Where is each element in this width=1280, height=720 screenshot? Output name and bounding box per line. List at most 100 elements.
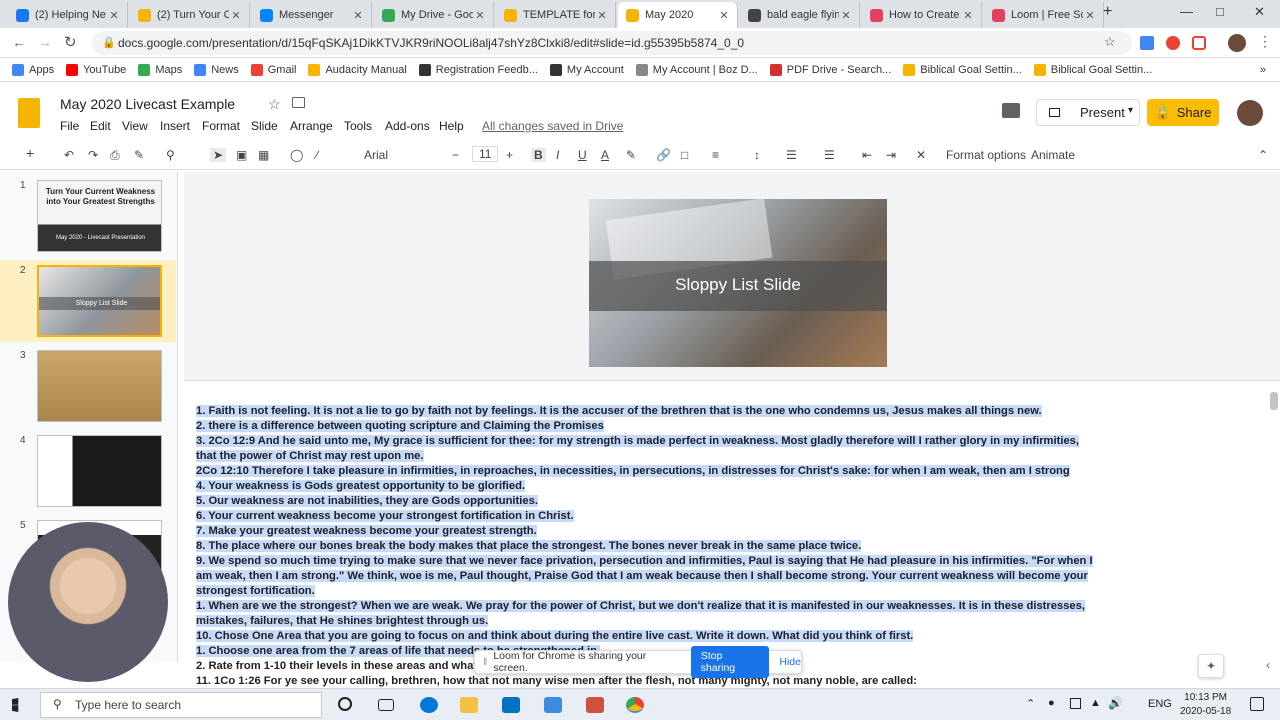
drag-handle-icon[interactable]: ‖ — [483, 656, 487, 668]
extension-icon[interactable] — [1166, 36, 1180, 50]
browser-tab[interactable]: May 2020 ✕ — [618, 2, 738, 28]
slide-title[interactable]: Sloppy List Slide — [589, 275, 887, 295]
bookmark-item[interactable]: My Account | Boz D... — [635, 63, 758, 76]
collapse-toolbar-icon[interactable]: ⌃ — [1258, 148, 1268, 162]
minimize-icon[interactable]: — — [1180, 4, 1193, 19]
browser-tab[interactable]: Loom | Free Sc ✕ — [984, 2, 1104, 28]
close-tab-icon[interactable]: ✕ — [961, 9, 975, 22]
italic-icon[interactable]: I — [556, 148, 559, 162]
new-slide-icon[interactable]: + — [26, 145, 34, 161]
zoom-icon[interactable]: ⚲ — [166, 148, 175, 162]
text-color-icon[interactable]: A — [601, 148, 609, 162]
font-family-select[interactable]: Arial — [364, 148, 436, 162]
notes-line[interactable]: am weak, then I am strong." We think, wo… — [196, 569, 1088, 583]
profile-avatar[interactable] — [1228, 34, 1246, 52]
animate-button[interactable]: Animate — [1031, 148, 1075, 162]
bold-icon[interactable]: B — [531, 148, 546, 162]
line-icon[interactable]: ∕ — [316, 148, 318, 162]
align-icon[interactable]: ≡ — [712, 148, 719, 162]
notes-line[interactable]: 7. Make your greatest weakness become yo… — [196, 524, 537, 538]
increase-indent-icon[interactable]: ⇥ — [886, 148, 896, 162]
slides-logo-icon[interactable] — [18, 98, 40, 128]
bookmark-item[interactable]: News — [194, 63, 239, 76]
chevron-down-icon[interactable]: ▾ — [1128, 105, 1133, 116]
task-view-icon[interactable] — [378, 699, 394, 711]
account-avatar[interactable] — [1237, 100, 1263, 126]
bookmark-item[interactable]: Apps — [12, 63, 54, 76]
menu-slide[interactable]: Slide — [251, 119, 278, 133]
extension-icon[interactable] — [1192, 36, 1206, 50]
shape-icon[interactable]: ◯ — [290, 148, 303, 162]
browser-tab[interactable]: How to Create ✕ — [862, 2, 982, 28]
reload-icon[interactable]: ↻ — [64, 33, 77, 51]
save-status[interactable]: All changes saved in Drive — [482, 119, 623, 133]
share-button[interactable]: 🔒 Share — [1147, 99, 1219, 126]
url-field[interactable]: 🔒 docs.google.com/presentation/d/15qFqSK… — [92, 31, 1132, 55]
new-tab-button[interactable]: + — [1103, 3, 1112, 21]
notes-line[interactable]: mistakes, failures, that He shines brigh… — [196, 614, 489, 628]
notes-line[interactable]: 9. We spend so much time trying to make … — [196, 554, 1093, 568]
browser-tab[interactable]: TEMPLATE for ✕ — [496, 2, 616, 28]
numbered-list-icon[interactable]: ☰ — [786, 148, 797, 162]
close-tab-icon[interactable]: ✕ — [107, 9, 121, 22]
move-folder-icon[interactable] — [292, 97, 305, 108]
comment-icon[interactable]: □ — [681, 148, 688, 162]
bookmark-item[interactable]: Maps — [138, 63, 182, 76]
notes-line[interactable]: strongest fortification. — [196, 584, 315, 598]
bookmark-item[interactable]: My Account — [549, 63, 624, 76]
browser-tab[interactable]: (2) Helping Ne ✕ — [8, 2, 128, 28]
bulleted-list-icon[interactable]: ☰ — [824, 148, 835, 162]
edge-icon[interactable] — [420, 697, 438, 713]
close-tab-icon[interactable]: ✕ — [717, 9, 731, 22]
taskbar-search-box[interactable]: ⚲ Type here to search — [40, 692, 322, 718]
hide-button[interactable]: Hide — [779, 656, 801, 668]
menu-insert[interactable]: Insert — [160, 119, 190, 133]
browser-tab[interactable]: Messenger ✕ — [252, 2, 372, 28]
close-tab-icon[interactable]: ✕ — [595, 9, 609, 22]
menu-edit[interactable]: Edit — [90, 119, 111, 133]
bookmark-item[interactable]: Biblical Goal Settin... — [903, 63, 1022, 76]
close-tab-icon[interactable]: ✕ — [473, 9, 487, 22]
notes-line[interactable]: 2. there is a difference between quoting… — [196, 419, 604, 433]
redo-icon[interactable]: ↷ — [88, 148, 98, 162]
close-tab-icon[interactable]: ✕ — [1083, 9, 1097, 22]
explore-icon[interactable]: ✦ — [1198, 654, 1224, 678]
file-explorer-icon[interactable] — [460, 697, 478, 713]
star-icon[interactable]: ☆ — [1104, 34, 1116, 50]
menu-view[interactable]: View — [122, 119, 148, 133]
cortana-icon[interactable] — [338, 697, 352, 711]
network-icon[interactable]: ▲ — [1090, 697, 1101, 709]
stop-sharing-button[interactable]: Stop sharing — [690, 646, 770, 678]
battery-icon[interactable] — [1070, 698, 1081, 709]
menu-arrange[interactable]: Arrange — [290, 119, 333, 133]
windows-start-icon[interactable] — [12, 698, 19, 712]
image-icon[interactable]: ▦ — [258, 148, 269, 162]
mail-icon[interactable] — [502, 697, 520, 713]
language-indicator[interactable]: ENG — [1148, 698, 1172, 710]
notifications-icon[interactable] — [1250, 697, 1264, 711]
close-tab-icon[interactable]: ✕ — [229, 9, 243, 22]
close-tab-icon[interactable]: ✕ — [839, 9, 853, 22]
line-spacing-icon[interactable]: ↕ — [754, 148, 760, 162]
comments-icon[interactable] — [1002, 103, 1020, 118]
webcam-overlay[interactable] — [8, 522, 168, 682]
extension-icon[interactable] — [1140, 36, 1154, 50]
notes-line[interactable]: 8. The place where our bones break the b… — [196, 539, 862, 553]
app-icon[interactable] — [586, 697, 604, 713]
clear-formatting-icon[interactable]: ✕ — [916, 148, 926, 162]
format-options-button[interactable]: Format options — [946, 148, 1026, 162]
notes-line[interactable]: 11. 1Co 1:26 For ye see your calling, br… — [196, 674, 917, 688]
menu-format[interactable]: Format — [202, 119, 240, 133]
notes-line[interactable]: 5. Our weakness are not inabilities, the… — [196, 494, 538, 508]
menu-addons[interactable]: Add-ons — [385, 119, 430, 133]
browser-tab[interactable]: (2) Turn Your C ✕ — [130, 2, 250, 28]
decrease-font-icon[interactable]: − — [452, 148, 459, 162]
notes-line[interactable]: 2Co 12:10 Therefore I take pleasure in i… — [196, 464, 1070, 478]
slide-thumbnail[interactable]: Sloppy List Slide — [37, 265, 162, 337]
notes-scrollbar[interactable] — [1270, 392, 1278, 410]
browser-tab[interactable]: bald eagle flyin ✕ — [740, 2, 860, 28]
forward-icon[interactable]: → — [38, 34, 52, 50]
font-size-input[interactable]: 11 — [472, 146, 499, 162]
menu-file[interactable]: File — [60, 119, 79, 133]
notes-divider[interactable] — [184, 380, 1280, 388]
